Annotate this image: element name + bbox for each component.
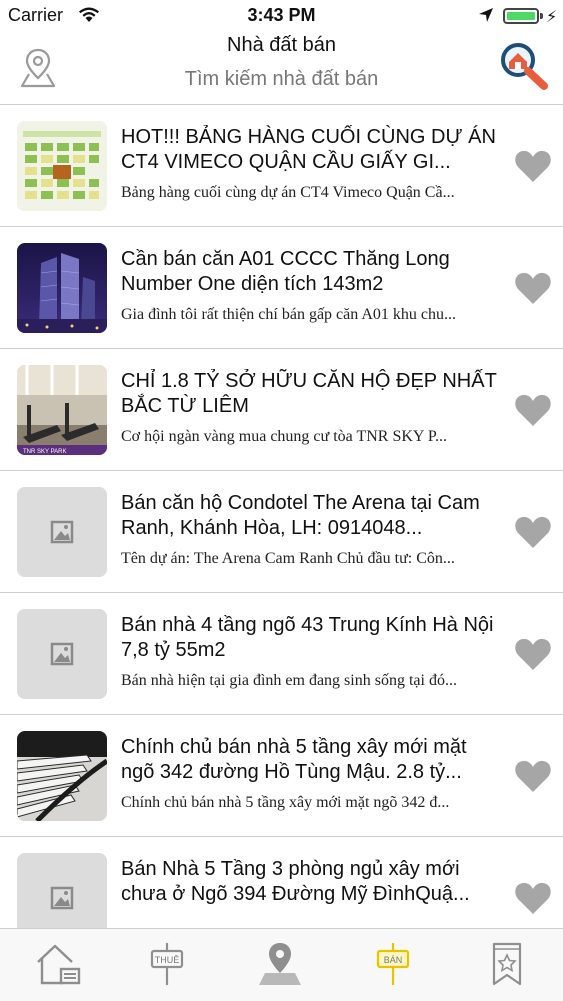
house-search-icon[interactable] [496, 40, 552, 90]
listing-title: Bán Nhà 5 Tầng 3 phòng ngủ xây mới chưa … [121, 858, 470, 905]
bookmark-star-icon[interactable] [482, 939, 532, 989]
staircase-image [17, 731, 107, 821]
image-placeholder-icon [17, 487, 107, 577]
placeholder-image [17, 487, 107, 577]
battery-tip [540, 13, 543, 19]
map-pin-icon[interactable] [255, 939, 305, 989]
charging-icon: ⚡ [546, 9, 558, 26]
sell-sign-icon[interactable]: BÁN [368, 939, 418, 989]
listing-title: Cần bán căn A01 CCCC Thăng Long Number O… [121, 248, 450, 295]
rent-tab-label: THUÊ [155, 955, 180, 965]
heart-icon[interactable] [514, 149, 552, 183]
rent-sign-icon[interactable]: THUÊ [142, 939, 192, 989]
house-icon[interactable] [33, 939, 83, 989]
navigation-header: Nhà đất bán Tìm kiếm nhà đất bán [0, 32, 563, 105]
placeholder-image [17, 609, 107, 699]
tab-bar: THUÊ BÁN [0, 928, 563, 1001]
listing-description: Chính chủ bán nhà 5 tầng xây mới mặt ngõ… [121, 794, 450, 811]
listing-description: Tên dự án: The Arena Cam Ranh Chủ đầu tư… [121, 550, 455, 567]
listing-description: Bán nhà hiện tại gia đình em đang sinh s… [121, 672, 457, 689]
location-arrow-icon [479, 8, 493, 22]
page-subtitle: Tìm kiếm nhà đất bán [184, 68, 379, 90]
list-item[interactable]: HOT!!! BẢNG HÀNG CUỐI CÙNG DỰ ÁN CT4 VIM… [0, 105, 563, 227]
gym-image: TNR SKY PARK [17, 365, 107, 455]
listing-title: Chính chủ bán nhà 5 tầng xây mới mặt ngõ… [121, 736, 467, 783]
sell-tab-label: BÁN [384, 955, 403, 965]
page-title: Nhà đất bán [227, 34, 336, 56]
list-item[interactable]: Cần bán căn A01 CCCC Thăng Long Number O… [0, 227, 563, 349]
listing-title: Bán căn hộ Condotel The Arena tại Cam Ra… [121, 492, 480, 539]
listing-description: Bảng hàng cuối cùng dự án CT4 Vimeco Quậ… [121, 184, 455, 201]
heart-icon[interactable] [514, 271, 552, 305]
listing-title: Bán nhà 4 tầng ngõ 43 Trung Kính Hà Nội … [121, 614, 494, 661]
listing-title: HOT!!! BẢNG HÀNG CUỐI CÙNG DỰ ÁN CT4 VIM… [121, 126, 496, 173]
heart-icon[interactable] [514, 881, 552, 915]
list-item[interactable]: Bán căn hộ Condotel The Arena tại Cam Ra… [0, 471, 563, 593]
heart-icon[interactable] [514, 515, 552, 549]
listing-description: Gia đình tôi rất thiện chí bán gấp căn A… [121, 306, 457, 323]
svg-text:TNR SKY PARK: TNR SKY PARK [23, 449, 66, 455]
status-bar: Carrier 3:43 PM ⚡ [0, 0, 563, 32]
image-placeholder-icon [17, 609, 107, 699]
listing-description: Cơ hội ngàn vàng mua chung cư tòa TNR SK… [121, 428, 447, 445]
tower-night-image [17, 243, 107, 333]
listing-title: CHỈ 1.8 TỶ SỞ HỮU CĂN HỘ ĐẸP NHẤT BẮC TỪ… [121, 370, 497, 417]
floor-plan-image [17, 121, 107, 211]
battery-icon [503, 8, 539, 24]
heart-icon[interactable] [514, 637, 552, 671]
list-item[interactable]: TNR SKY PARK CHỈ 1.8 TỶ SỞ HỮU CĂN HỘ ĐẸ… [0, 349, 563, 471]
listing-list: HOT!!! BẢNG HÀNG CUỐI CÙNG DỰ ÁN CT4 VIM… [0, 105, 563, 959]
list-item[interactable]: Bán nhà 4 tầng ngõ 43 Trung Kính Hà Nội … [0, 593, 563, 715]
list-item[interactable]: Chính chủ bán nhà 5 tầng xây mới mặt ngõ… [0, 715, 563, 837]
heart-icon[interactable] [514, 393, 552, 427]
heart-icon[interactable] [514, 759, 552, 793]
